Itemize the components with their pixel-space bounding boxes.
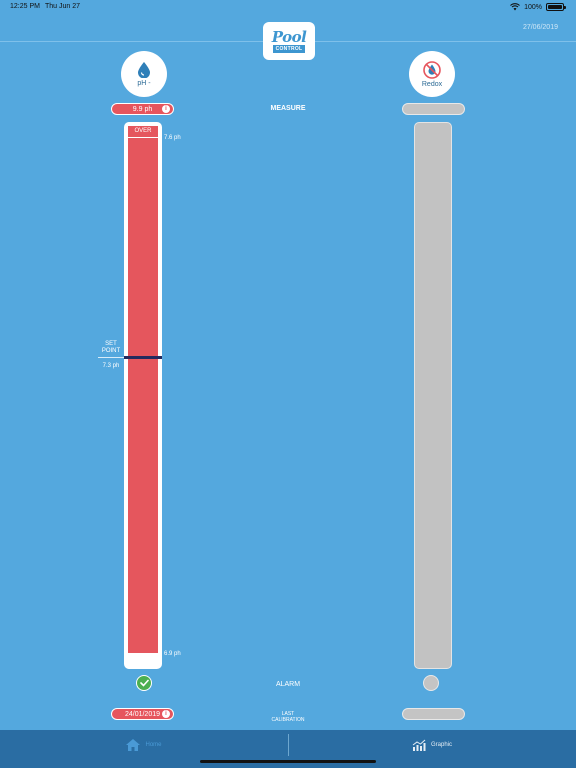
ph-lower-tick: 6.9 ph [164,651,181,657]
ph-status-label: OVER [134,128,152,134]
tab-graphic[interactable]: Graphic [288,730,576,760]
measure-label: MEASURE [270,105,306,112]
info-icon[interactable]: i [162,710,170,718]
ph-calibration-pill[interactable]: 24/01/2019 i [111,708,174,720]
ph-measure-pill[interactable]: 9.9 ph i [111,103,174,115]
ph-upper-tick: 7.6 ph [164,135,181,141]
setpoint-label-line-2: POINT [101,348,121,354]
status-date: Thu Jun 27 [45,3,81,10]
alarm-label: ALARM [275,681,301,688]
ph-measure-value: 9.9 ph [132,105,153,113]
logo-subtitle: CONTROL [272,44,306,53]
checkmark-icon [139,679,149,687]
setpoint-value: 7.3 ph [102,363,120,369]
redox-sensor-label: Redox [421,80,443,88]
redox-calibration-pill[interactable] [402,708,465,720]
setpoint-label: SET POINT [98,341,124,355]
ph-upper-limit-line [128,137,158,138]
ph-gauge-fill [128,126,158,653]
battery-icon [546,3,566,11]
ph-calibration-date: 24/01/2019 [124,710,161,718]
info-icon[interactable]: i [162,105,170,113]
home-indicator [200,760,376,763]
tab-home-label: Home [145,742,162,748]
tab-graphic-label: Graphic [430,742,452,748]
battery-percent: 100% [524,3,542,11]
redox-sensor-button[interactable]: Redox [409,51,455,97]
logo-word: Pool [271,27,307,46]
header-date: 27/06/2019 [522,24,558,31]
ph-sensor-label: pH - [137,79,151,87]
home-icon [126,739,141,751]
redox-gauge [414,122,452,669]
setpoint-rule [98,357,126,358]
status-time: 12:25 PM [10,3,40,10]
last-calibration-line-2: CALIBRATION [271,717,305,723]
ph-sensor-button[interactable]: pH - [121,51,167,97]
water-drop-icon [138,61,150,78]
status-indicators: 100% [510,2,566,12]
redox-measure-pill[interactable] [402,103,465,115]
graphic-icon [412,739,426,751]
redox-alarm-indicator [423,675,439,691]
redox-disabled-icon [423,60,441,79]
tab-home[interactable]: Home [0,730,288,760]
last-calibration-label: LAST CALIBRATION [258,711,318,723]
ph-alarm-indicator [136,675,152,691]
wifi-icon [510,3,520,11]
pool-control-logo: Pool CONTROL [263,22,315,60]
setpoint-label-line-1: SET [105,341,117,347]
setpoint-marker[interactable] [124,356,162,359]
